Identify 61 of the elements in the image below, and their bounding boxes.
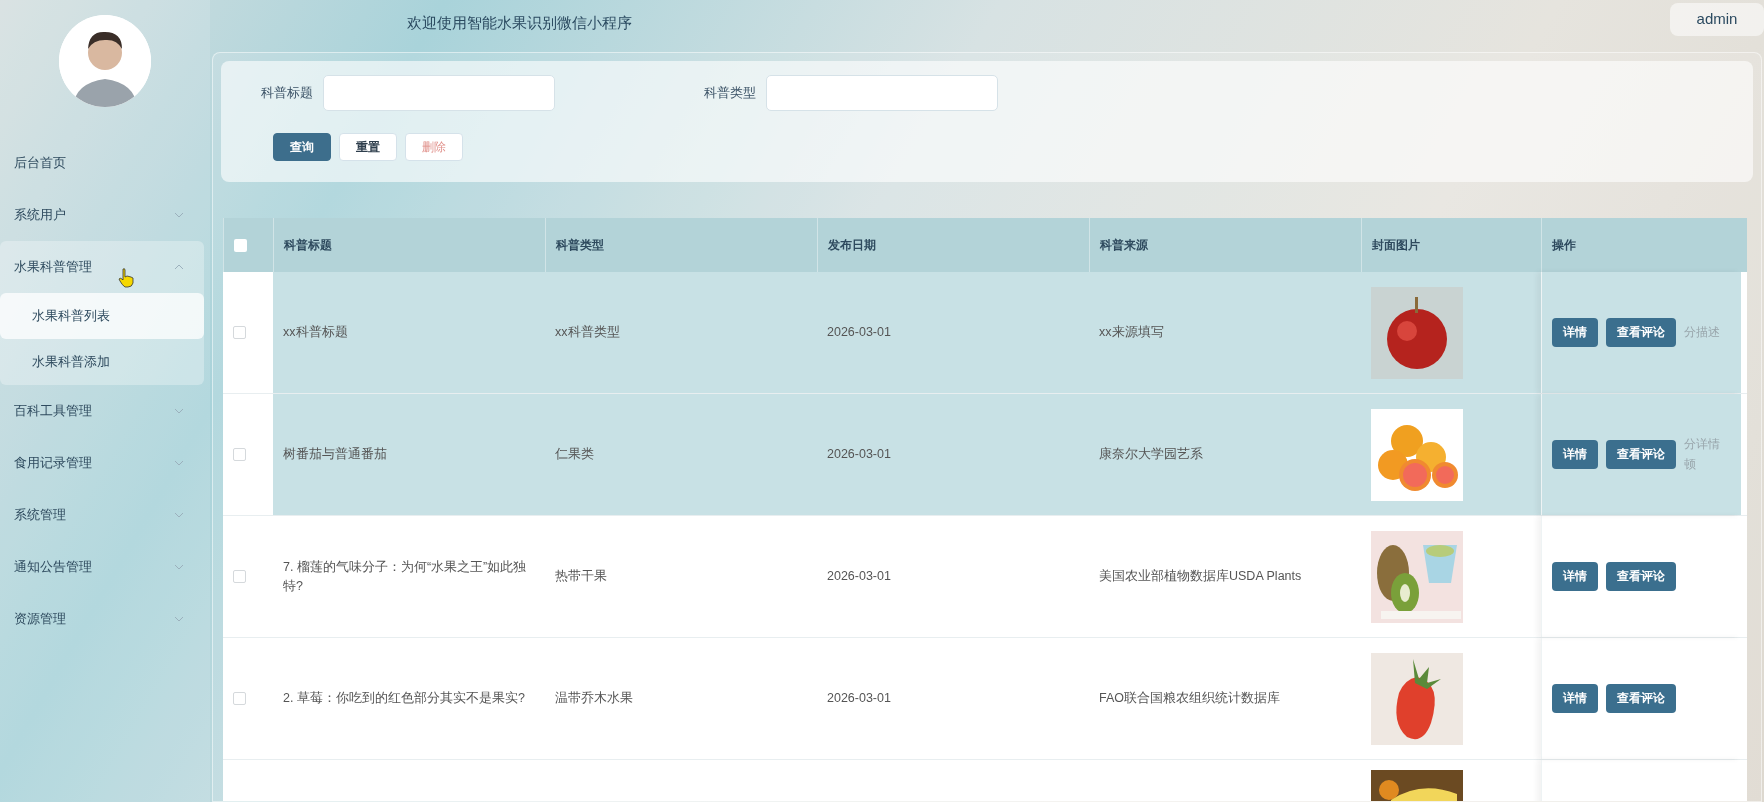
table-cell-text: 热带干果 <box>555 568 607 586</box>
input-field[interactable] <box>323 75 555 111</box>
table-row[interactable]: 7. 榴莲的气味分子：为何“水果之王”如此独特? 热带干果 2026-03-01 美国农业部植物数据库USDA Plants 详情 查看评论 <box>223 516 1747 638</box>
checkbox[interactable] <box>233 692 246 705</box>
table-cell-text: 2026-03-01 <box>827 446 891 464</box>
sidebar-item[interactable]: 后台首页 <box>14 153 66 173</box>
column-header: 封面图片 <box>1372 237 1420 254</box>
table-row[interactable]: 树番茄与普通番茄 仁果类 2026-03-01 康奈尔大学园艺系 详情 查看评论 分详情 顿 <box>223 394 1747 516</box>
sidebar-item[interactable]: 百科工具管理 <box>14 401 92 421</box>
field-label: 科普类型 <box>704 84 756 103</box>
table-cell-text: 美国农业部植物数据库USDA Plants <box>1099 568 1302 586</box>
table-cell-text: FAO联合国粮农组织统计数据库 <box>1099 690 1280 708</box>
comments-button[interactable]: 查看评论 <box>1606 318 1676 347</box>
table-cell-text: 7. 榴莲的气味分子：为何“水果之王”如此独特? <box>283 558 528 595</box>
column-header: 发布日期 <box>828 237 876 254</box>
search-button[interactable]: 查询 <box>273 133 331 161</box>
table-cell-text: xx科普类型 <box>555 324 620 342</box>
checkbox[interactable] <box>233 326 246 339</box>
sidebar-subitem[interactable]: 水果科普列表 <box>0 293 204 339</box>
sidebar-item[interactable]: 水果科普管理 <box>14 257 92 277</box>
table-cell-text: 2. 草莓：你吃到的红色部分其实不是果实? <box>283 690 525 708</box>
table-cell-text: 树番茄与普通番茄 <box>283 446 387 464</box>
column-header: 操作 <box>1552 237 1576 254</box>
sidebar-item[interactable]: 资源管理 <box>14 609 66 629</box>
sidebar-item[interactable]: 系统用户 <box>14 205 66 225</box>
checkbox[interactable] <box>233 570 246 583</box>
table-row[interactable]: 2. 草莓：你吃到的红色部分其实不是果实? 温带乔木水果 2026-03-01 FAO联合国粮农组织统计数据库 详情 查看评论 <box>223 638 1747 760</box>
detail-button[interactable]: 详情 <box>1552 440 1598 469</box>
user-name[interactable]: admin <box>1670 3 1764 36</box>
detail-button[interactable]: 详情 <box>1552 318 1598 347</box>
comments-button[interactable]: 查看评论 <box>1606 440 1676 469</box>
comments-button[interactable]: 查看评论 <box>1606 684 1676 713</box>
table-cell-text: xx科普标题 <box>283 324 348 342</box>
checkbox[interactable] <box>233 448 246 461</box>
sidebar-item[interactable]: 通知公告管理 <box>14 557 92 577</box>
overflow-text: 顿 <box>1684 455 1697 473</box>
table-cell-text: 2026-03-01 <box>827 568 891 586</box>
sidebar-item[interactable]: 系统管理 <box>14 505 66 525</box>
table-row[interactable]: xx科普标题 xx科普类型 2026-03-01 xx来源填写 详情 查看评论 分描述 <box>223 272 1747 394</box>
column-header: 科普标题 <box>284 237 332 254</box>
cursor-icon <box>118 268 134 288</box>
table-cell-text: 2026-03-01 <box>827 690 891 708</box>
sidebar-item[interactable]: 食用记录管理 <box>14 453 92 473</box>
reset-button[interactable]: 重置 <box>339 133 397 161</box>
table-cell-text: 仁果类 <box>555 446 594 464</box>
table-cell-text: 温带乔木水果 <box>555 690 633 708</box>
field-label: 科普标题 <box>261 84 313 103</box>
sidebar-subitem[interactable]: 水果科普添加 <box>0 339 204 385</box>
overflow-text: 分描述 <box>1684 323 1720 341</box>
table-cell-text: 康奈尔大学园艺系 <box>1099 446 1203 464</box>
input-field[interactable] <box>766 75 998 111</box>
overflow-text: 分详情 <box>1684 436 1720 454</box>
checkbox[interactable] <box>234 238 247 252</box>
page-title: 欢迎使用智能水果识别微信小程序 <box>407 13 632 33</box>
detail-button[interactable]: 详情 <box>1552 684 1598 713</box>
comments-button[interactable]: 查看评论 <box>1606 562 1676 591</box>
table-cell-text: 2026-03-01 <box>827 324 891 342</box>
detail-button[interactable]: 详情 <box>1552 562 1598 591</box>
column-header: 科普类型 <box>556 237 604 254</box>
table-cell-text: xx来源填写 <box>1099 324 1164 342</box>
column-header: 科普来源 <box>1100 237 1148 254</box>
